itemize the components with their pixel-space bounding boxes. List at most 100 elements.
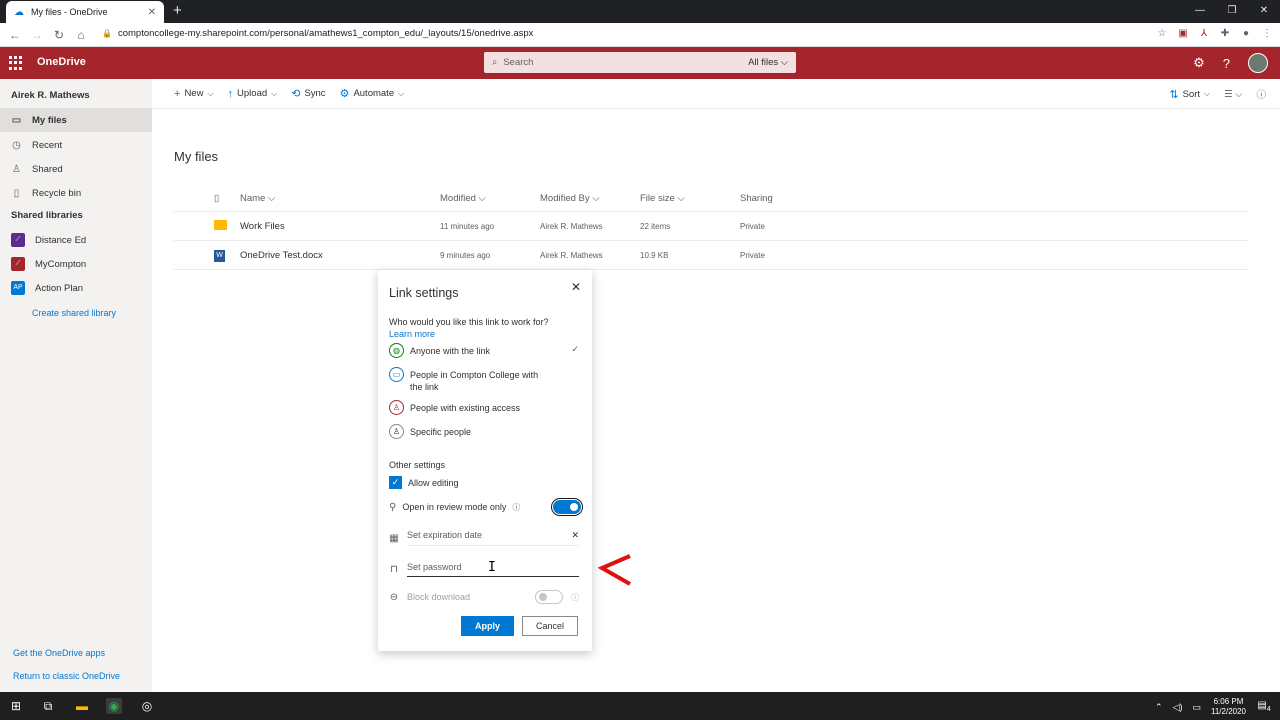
expiration-placeholder: Set expiration date	[407, 530, 483, 540]
library-action-plan[interactable]: AP Action Plan	[0, 276, 152, 300]
calendar-icon: ▦	[389, 532, 399, 544]
chevron-down-icon: ⌵	[1204, 89, 1211, 98]
upload-icon: ↑	[227, 87, 234, 100]
block-download-toggle[interactable]	[535, 590, 563, 604]
plus-icon: +	[174, 87, 181, 100]
nav-item-recycle-bin[interactable]: ▯ Recycle bin	[0, 181, 152, 205]
view-options-icon[interactable]: ☰ ⌵	[1224, 89, 1242, 100]
search-scope-dropdown[interactable]: All files ⌵	[748, 57, 788, 68]
network-icon[interactable]: ▭	[1192, 702, 1201, 713]
close-window-icon[interactable]: ✕	[1248, 0, 1280, 23]
column-sharing[interactable]: Sharing	[740, 193, 840, 204]
create-shared-library-link[interactable]: Create shared library	[32, 308, 116, 318]
learn-more-link[interactable]: Learn more	[389, 329, 435, 339]
people-icon: ♙	[389, 400, 404, 415]
dialog-question: Who would you like this link to work for…	[389, 317, 549, 327]
automate-button[interactable]: ⚙ Automate ⌵	[340, 87, 405, 100]
sort-button[interactable]: ⇅ Sort ⌵	[1169, 88, 1210, 101]
search-box[interactable]: ⌕ Search All files ⌵	[484, 52, 796, 73]
avatar[interactable]	[1248, 53, 1268, 73]
library-mycompton[interactable]: ⟋ MyCompton	[0, 252, 152, 276]
close-icon[interactable]: ✕	[571, 280, 581, 294]
pdf-extension-icon[interactable]: ⅄	[1197, 27, 1211, 41]
person-icon: ♙	[389, 424, 404, 439]
profile-icon[interactable]: ●	[1239, 27, 1253, 41]
back-icon[interactable]: ←	[4, 28, 26, 42]
expiration-date-field[interactable]: ▦ Set expiration date ✕	[389, 530, 579, 546]
app-launcher-icon[interactable]	[9, 56, 23, 70]
file-name[interactable]: OneDrive Test.docx	[240, 250, 440, 261]
file-modified: 9 minutes ago	[440, 250, 491, 260]
windows-start-icon[interactable]: ⊞	[8, 698, 24, 714]
file-name[interactable]: Work Files	[240, 221, 440, 232]
clock[interactable]: 6:06 PM 11/2/2020	[1211, 697, 1246, 717]
option-existing-access[interactable]: ♙ People with existing access	[389, 400, 579, 415]
task-view-icon[interactable]: ⧉	[40, 698, 56, 714]
app-icon[interactable]: ◎	[139, 698, 155, 714]
people-icon: ♙	[12, 163, 21, 175]
app-name[interactable]: OneDrive	[37, 56, 86, 68]
password-field[interactable]: ⊓ Set password	[389, 562, 579, 577]
nav-item-my-files[interactable]: ▭ My files	[0, 108, 152, 132]
return-classic-link[interactable]: Return to classic OneDrive	[13, 671, 120, 681]
home-icon[interactable]: ⌂	[70, 28, 92, 42]
column-modified[interactable]: Modified ⌵	[440, 193, 540, 204]
option-anyone[interactable]: ◍ Anyone with the link ✓	[389, 343, 579, 358]
menu-kebab-icon[interactable]: ⋮	[1260, 27, 1274, 41]
close-tab-icon[interactable]: ✕	[148, 7, 156, 18]
settings-gear-icon[interactable]: ⚙	[1193, 55, 1205, 71]
search-placeholder: Search	[503, 57, 534, 68]
info-icon[interactable]: ⓘ	[1256, 87, 1266, 101]
get-apps-link[interactable]: Get the OneDrive apps	[13, 648, 105, 658]
file-sharing: Private	[740, 221, 765, 231]
browser-tab[interactable]: ☁ My files - OneDrive ✕	[6, 1, 164, 23]
system-tray: ⌃ ◁) ▭ 6:06 PM 11/2/2020	[1155, 697, 1246, 717]
chevron-up-icon[interactable]: ⌃	[1155, 702, 1163, 713]
shared-libraries-heading: Shared libraries	[11, 210, 83, 221]
allow-editing-checkbox[interactable]: ✓ Allow editing	[389, 476, 459, 489]
review-mode-icon: ⚲	[389, 501, 397, 513]
column-file-size[interactable]: File size ⌵	[640, 193, 740, 204]
extension-icon[interactable]: ▣	[1176, 27, 1190, 41]
library-distance-ed[interactable]: ⟋ Distance Ed	[0, 228, 152, 252]
file-explorer-icon[interactable]: ▬	[74, 698, 90, 714]
new-tab-button[interactable]: +	[173, 2, 182, 19]
command-bar: + New ⌵ ↑ Upload ⌵ ⟲ Sync ⚙ Automate ⌵ ⇅…	[152, 79, 1280, 109]
cancel-button[interactable]: Cancel	[522, 616, 578, 636]
library-logo-icon: AP	[11, 281, 25, 295]
apply-button[interactable]: Apply	[461, 616, 514, 636]
bookmark-star-icon[interactable]: ☆	[1155, 27, 1169, 41]
option-specific-people[interactable]: ♙ Specific people	[389, 424, 579, 439]
reload-icon[interactable]: ↻	[48, 28, 70, 42]
column-name[interactable]: Name ⌵	[240, 193, 440, 204]
info-icon[interactable]: ⓘ	[571, 592, 579, 603]
restore-icon[interactable]: ❐	[1216, 0, 1248, 23]
column-modified-by[interactable]: Modified By ⌵	[540, 193, 640, 204]
clear-date-icon[interactable]: ✕	[571, 530, 579, 541]
upload-button[interactable]: ↑ Upload ⌵	[228, 88, 278, 100]
volume-icon[interactable]: ◁)	[1173, 702, 1183, 713]
review-mode-toggle[interactable]	[551, 498, 583, 516]
table-row[interactable]: Work Files 11 minutes ago Airek R. Mathe…	[174, 212, 1248, 241]
checkmark-icon: ✓	[571, 344, 579, 354]
suite-header: OneDrive ⌕ Search All files ⌵ ⚙ ?	[0, 47, 1280, 79]
option-people-in-org[interactable]: ▭ People in Compton College with the lin…	[389, 367, 579, 393]
nav-item-shared[interactable]: ♙ Shared	[0, 157, 152, 181]
notification-icon[interactable]: ▤4	[1256, 698, 1272, 714]
sync-button[interactable]: ⟲ Sync	[291, 87, 325, 100]
forward-icon[interactable]: →	[26, 28, 48, 42]
nav-item-recent[interactable]: ◷ Recent	[0, 133, 152, 157]
help-icon[interactable]: ?	[1223, 56, 1230, 71]
chrome-icon[interactable]: ◉	[106, 698, 122, 714]
address-bar[interactable]: 🔒 comptoncollege-my.sharepoint.com/perso…	[102, 28, 533, 39]
info-icon[interactable]: ⓘ	[512, 502, 520, 513]
file-list-header: ▯ Name ⌵ Modified ⌵ Modified By ⌵ File s…	[174, 186, 1248, 212]
file-sharing: Private	[740, 250, 765, 260]
minimize-icon[interactable]: —	[1184, 0, 1216, 23]
puzzle-icon[interactable]: ✚	[1218, 27, 1232, 41]
file-type-icon[interactable]: ▯	[174, 193, 240, 204]
chevron-down-icon: ⌵	[271, 88, 278, 98]
extensions: ☆ ▣ ⅄ ✚ ● ⋮	[1155, 27, 1274, 41]
table-row[interactable]: W OneDrive Test.docx 9 minutes ago Airek…	[174, 241, 1248, 270]
new-button[interactable]: + New ⌵	[174, 88, 214, 100]
